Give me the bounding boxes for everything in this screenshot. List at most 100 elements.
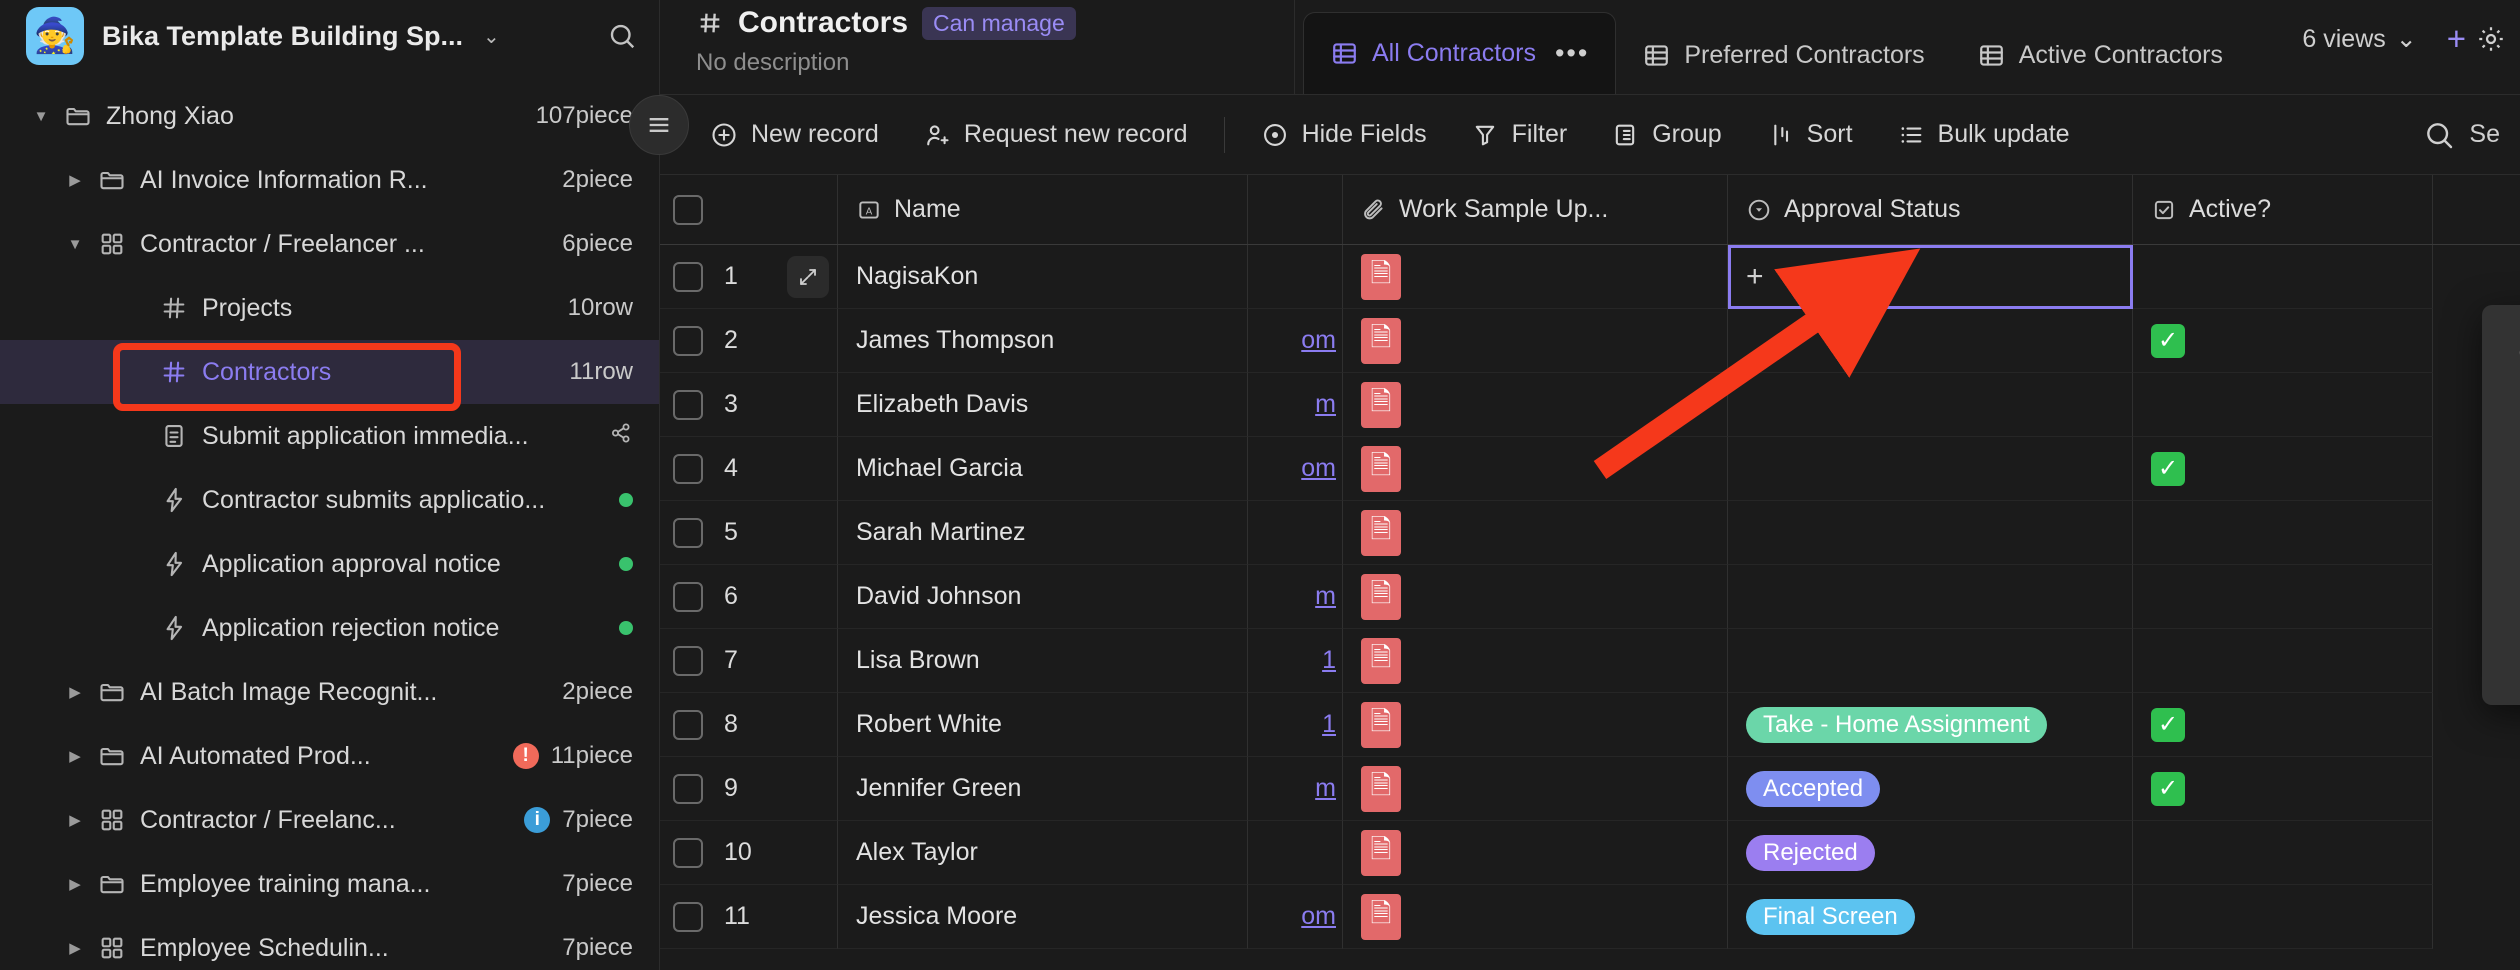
cell-active[interactable]: ✓ [2133,309,2433,373]
filter-button[interactable]: Filter [1449,108,1590,162]
expand-row-button[interactable] [778,309,838,373]
chevron-down-icon[interactable]: ▼ [24,108,58,125]
pdf-file-icon[interactable]: 🗎 [1361,573,1401,620]
space-name[interactable]: Bika Template Building Sp... [102,21,463,52]
sort-button[interactable]: Sort [1744,108,1875,162]
pdf-file-icon[interactable]: 🗎 [1361,637,1401,684]
chevron-down-icon[interactable]: ▼ [58,236,92,253]
email-link[interactable]: m [1315,582,1336,611]
pdf-file-icon[interactable]: 🗎 [1361,317,1401,364]
cell-active[interactable] [2133,245,2433,309]
email-link[interactable]: m [1315,390,1336,419]
table-row[interactable]: 4 Michael Garcia om 🗎 ✓ [660,437,2520,501]
cell-active[interactable] [2133,821,2433,885]
table-row[interactable]: 3 Elizabeth Davis m 🗎 [660,373,2520,437]
cell-work-sample[interactable]: 🗎 [1343,821,1728,885]
sidebar-item-contractor-submits-applicatio[interactable]: Contractor submits applicatio... [0,468,659,532]
cell-work-sample[interactable]: 🗎 [1343,245,1728,309]
expand-row-button[interactable] [778,437,838,501]
sidebar-item-contractor-freelancer[interactable]: ▼ Contractor / Freelancer ... 6piece [0,212,659,276]
cell-approval-status[interactable] [1728,501,2133,565]
sidebar-item-submit-application-immedia[interactable]: Submit application immedia... [0,404,659,468]
table-row[interactable]: 2 James Thompson om 🗎 ✓ [660,309,2520,373]
share-icon[interactable] [609,421,633,452]
expand-row-button[interactable] [778,373,838,437]
select-all-checkbox[interactable] [660,175,716,244]
sidebar-item-contractor-freelanc[interactable]: ▶ Contractor / Freelanc... i 7piece [0,788,659,852]
cell-active[interactable] [2133,501,2433,565]
column-header-approval-status[interactable]: Approval Status [1728,175,2133,244]
bulk-update-button[interactable]: Bulk update [1875,108,2092,162]
email-link[interactable]: m [1315,774,1336,803]
hide-fields-button[interactable]: Hide Fields [1239,108,1449,162]
cell-work-sample[interactable]: 🗎 [1343,885,1728,949]
pdf-file-icon[interactable]: 🗎 [1361,829,1401,876]
approval-status-dropdown[interactable]: RejectedAcceptedFinal ScreenTake - Home … [2482,305,2520,705]
sidebar-item-zhong-xiao[interactable]: ▼ Zhong Xiao 107piece [0,84,659,148]
row-checkbox[interactable] [660,629,716,693]
sidebar-item-application-rejection-notice[interactable]: Application rejection notice [0,596,659,660]
cell-work-sample[interactable]: 🗎 [1343,437,1728,501]
add-view-button[interactable]: + [2437,0,2476,78]
search-icon[interactable] [607,21,637,51]
tab-preferred-contractors[interactable]: Preferred Contractors [1616,16,1950,94]
row-checkbox[interactable] [660,565,716,629]
cell-active[interactable]: ✓ [2133,757,2433,821]
cell-approval-status[interactable]: + [1728,245,2133,309]
cell-name[interactable]: Alex Taylor [838,821,1248,885]
row-checkbox[interactable] [660,501,716,565]
table-row[interactable]: 6 David Johnson m 🗎 [660,565,2520,629]
table-row[interactable]: 1 NagisaKon 🗎 + [660,245,2520,309]
cell-email[interactable]: m [1248,373,1343,437]
sidebar-item-application-approval-notice[interactable]: Application approval notice [0,532,659,596]
table-description[interactable]: No description [696,49,1294,77]
pdf-file-icon[interactable]: 🗎 [1361,445,1401,492]
cell-approval-status[interactable] [1728,437,2133,501]
column-header-work-sample[interactable]: Work Sample Up... [1343,175,1728,244]
cell-name[interactable]: Elizabeth Davis [838,373,1248,437]
cell-email[interactable]: om [1248,309,1343,373]
cell-email[interactable] [1248,501,1343,565]
cell-work-sample[interactable]: 🗎 [1343,373,1728,437]
pdf-file-icon[interactable]: 🗎 [1361,701,1401,748]
email-link[interactable]: om [1301,326,1336,355]
email-link[interactable]: 1 [1322,710,1336,739]
add-status-button[interactable]: + [1746,260,1764,294]
cell-approval-status[interactable] [1728,565,2133,629]
tab-active-contractors[interactable]: Active Contractors [1951,16,2249,94]
row-checkbox[interactable] [660,245,716,309]
cell-work-sample[interactable]: 🗎 [1343,309,1728,373]
table-row[interactable]: 7 Lisa Brown 1 🗎 [660,629,2520,693]
expand-row-button[interactable] [778,501,838,565]
pdf-file-icon[interactable]: 🗎 [1361,381,1401,428]
cell-email[interactable] [1248,245,1343,309]
row-checkbox[interactable] [660,821,716,885]
sidebar-item-ai-batch-image-recognit[interactable]: ▶ AI Batch Image Recognit... 2piece [0,660,659,724]
table-row[interactable]: 8 Robert White 1 🗎 Take - Home Assignment ✓ [660,693,2520,757]
group-button[interactable]: Group [1589,108,1743,162]
cell-approval-status[interactable] [1728,309,2133,373]
expand-row-button[interactable] [778,885,838,949]
chevron-right-icon[interactable]: ▶ [58,171,92,189]
chevron-right-icon[interactable]: ▶ [58,747,92,765]
cell-email[interactable]: m [1248,757,1343,821]
table-row[interactable]: 5 Sarah Martinez 🗎 [660,501,2520,565]
cell-email[interactable] [1248,821,1343,885]
cell-work-sample[interactable]: 🗎 [1343,693,1728,757]
pdf-file-icon[interactable]: 🗎 [1361,509,1401,556]
cell-name[interactable]: James Thompson [838,309,1248,373]
expand-row-button[interactable] [778,245,838,309]
row-checkbox[interactable] [660,693,716,757]
cell-name[interactable]: Michael Garcia [838,437,1248,501]
cell-name[interactable]: Jessica Moore [838,885,1248,949]
expand-row-button[interactable] [778,629,838,693]
gear-icon[interactable] [2476,0,2520,78]
pdf-file-icon[interactable]: 🗎 [1361,765,1401,812]
cell-name[interactable]: David Johnson [838,565,1248,629]
cell-work-sample[interactable]: 🗎 [1343,565,1728,629]
cell-approval-status[interactable]: Rejected [1728,821,2133,885]
cell-email[interactable]: om [1248,437,1343,501]
cell-name[interactable]: Jennifer Green [838,757,1248,821]
cell-work-sample[interactable]: 🗎 [1343,629,1728,693]
cell-approval-status[interactable]: Take - Home Assignment [1728,693,2133,757]
